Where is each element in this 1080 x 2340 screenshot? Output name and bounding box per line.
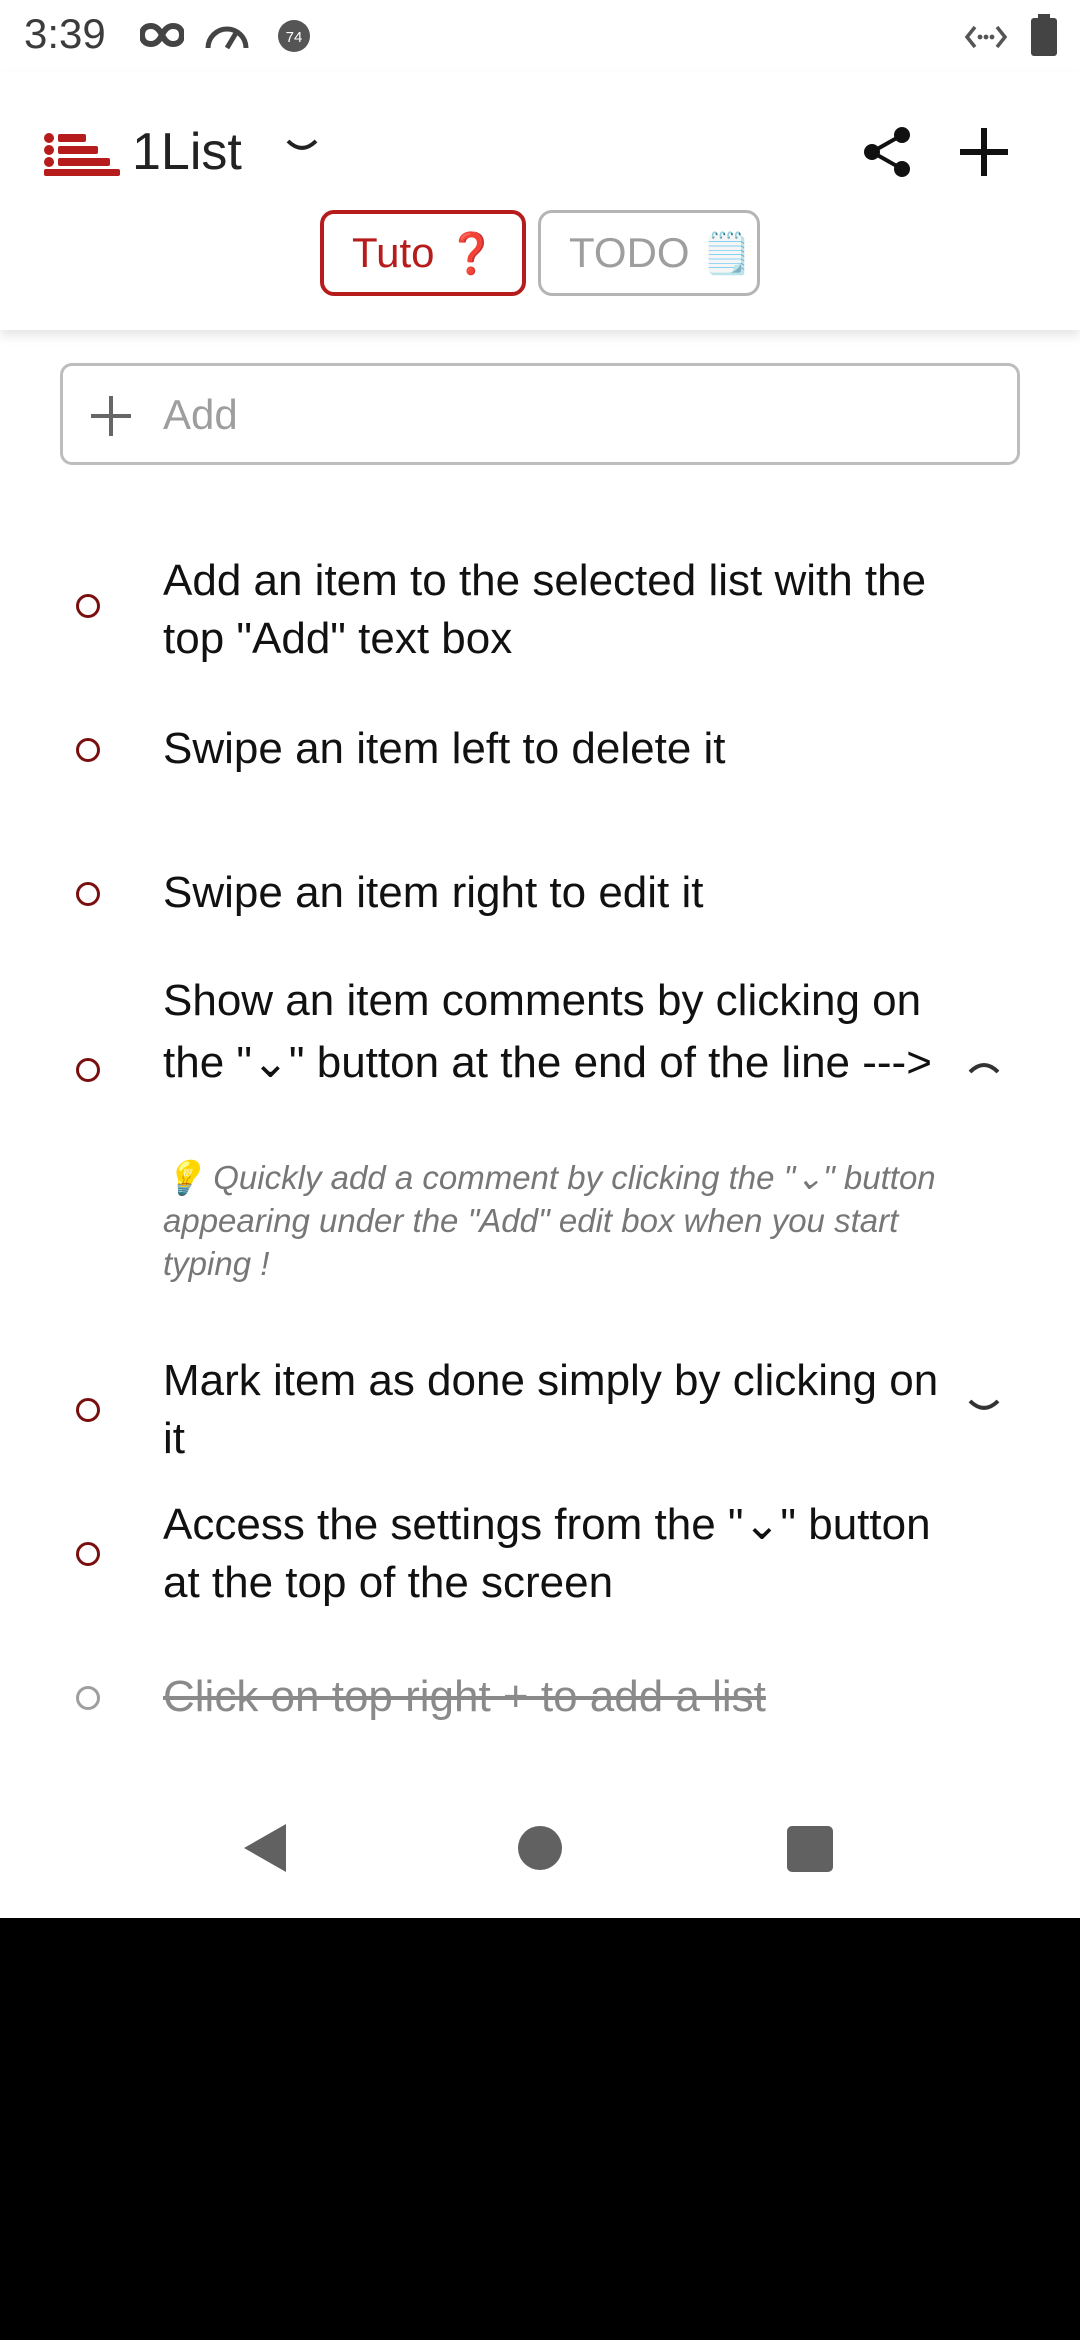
list-item[interactable]: Swipe an item left to delete it — [0, 718, 1080, 782]
item-text: Swipe an item left to delete it — [163, 724, 726, 773]
list-item[interactable]: Mark item as done simply by clicking on … — [0, 1352, 1080, 1476]
add-item-input[interactable] — [163, 380, 983, 450]
bullet-icon[interactable] — [76, 1058, 100, 1082]
app-header: 1List Tuto ❓ TODO 🗒️ — [0, 72, 1080, 330]
bullet-icon[interactable] — [76, 1686, 100, 1710]
back-icon[interactable] — [240, 1820, 290, 1876]
svg-text:74: 74 — [286, 29, 303, 46]
recents-icon[interactable] — [787, 1826, 833, 1872]
question-icon: ❓ — [446, 231, 497, 276]
list-item-done[interactable]: Click on top right + to add a list — [0, 1666, 1080, 1730]
bullet-icon[interactable] — [76, 738, 100, 762]
item-comment: 💡 Quickly add a comment by clicking the … — [163, 1159, 936, 1282]
status-time: 3:39 — [24, 10, 106, 57]
add-list-button[interactable] — [956, 124, 1012, 180]
bullet-icon[interactable] — [76, 882, 100, 906]
notification-badge-icon: 74 — [278, 20, 310, 52]
item-text: Show an item comments by clicking on the… — [163, 976, 932, 1087]
list-item[interactable]: Add an item to the selected list with th… — [0, 548, 1080, 672]
battery-icon — [1031, 14, 1057, 56]
item-text: Add an item to the selected list with th… — [163, 556, 927, 663]
bullet-icon[interactable] — [76, 1542, 100, 1566]
tab-tuto[interactable]: Tuto ❓ — [320, 210, 526, 296]
speedometer-icon — [205, 26, 249, 50]
tab-label: TODO — [569, 229, 690, 276]
status-bar: 3:39 74 — [0, 0, 1080, 72]
list-item[interactable]: Show an item comments by clicking on the… — [0, 970, 1080, 1290]
bullet-icon[interactable] — [76, 1398, 100, 1422]
infinity-icon — [140, 22, 184, 48]
share-icon[interactable] — [860, 124, 916, 180]
item-text: Click on top right + to add a list — [163, 1672, 766, 1721]
list-item[interactable]: Swipe an item right to edit it — [0, 864, 1080, 928]
list-logo-icon — [44, 133, 120, 176]
app-screen: 3:39 74 1List Tuto ❓ TODO 🗒️ Add Add an … — [0, 0, 1080, 1918]
home-icon[interactable] — [518, 1826, 562, 1870]
list-title[interactable]: 1List — [132, 122, 242, 182]
item-text: Mark item as done simply by clicking on … — [163, 1356, 939, 1463]
code-icon — [964, 25, 1008, 49]
bullet-icon[interactable] — [76, 594, 100, 618]
item-text: Swipe an item right to edit it — [163, 868, 704, 917]
navigation-bar — [0, 1790, 1080, 1918]
list-item[interactable]: Access the settings from the "⌄" button … — [0, 1496, 1080, 1620]
plus-icon — [91, 396, 131, 436]
add-item-box[interactable] — [60, 363, 1020, 465]
chevron-down-icon[interactable] — [966, 1396, 1002, 1416]
tab-todo[interactable]: TODO 🗒️ — [538, 210, 760, 296]
tab-label: Tuto — [352, 229, 435, 276]
chevron-down-icon[interactable] — [284, 136, 320, 156]
chevron-up-icon[interactable] — [966, 1056, 1002, 1076]
notepad-icon: 🗒️ — [701, 231, 752, 276]
item-text: Access the settings from the "⌄" button … — [163, 1500, 931, 1607]
